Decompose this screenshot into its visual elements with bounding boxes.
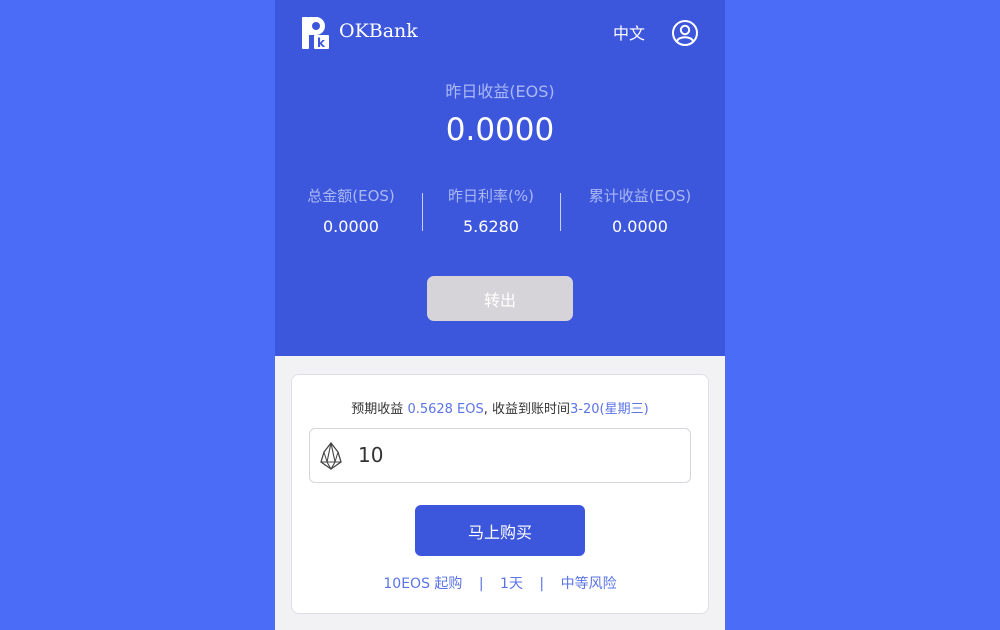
risk-level-info: 中等风险	[560, 576, 617, 592]
term-info: 1天	[500, 576, 523, 592]
stat-label: 昨日利率(%)	[448, 187, 534, 205]
stat-label: 累计收益(EOS)	[588, 187, 692, 205]
brand-name: OKBank	[339, 20, 418, 42]
earnings-panel: k OKBank 中文 昨日收益(EOS) 0.0000 总金额(EOS) 0.…	[275, 0, 725, 356]
min-purchase-info: 10EOS 起购	[383, 576, 463, 592]
stat-divider	[422, 193, 423, 231]
buy-now-button[interactable]: 马上购买	[415, 505, 585, 556]
yesterday-earnings-value: 0.0000	[445, 112, 555, 148]
info-separator: |	[539, 576, 545, 592]
stat-value: 0.0000	[323, 217, 379, 236]
amount-input[interactable]: 10	[309, 428, 691, 483]
info-separator: |	[478, 576, 484, 592]
stat-label: 总金额(EOS)	[307, 187, 395, 205]
stat-divider	[560, 193, 561, 231]
expected-earnings-text: 预期收益 0.5628 EOS, 收益到账时间3-20(星期三)	[292, 398, 708, 417]
app-frame: k OKBank 中文 昨日收益(EOS) 0.0000 总金额(EOS) 0.…	[275, 0, 725, 630]
payout-date: 3-20(星期三)	[570, 402, 649, 417]
eos-icon	[320, 442, 342, 470]
expected-amount: 0.5628 EOS	[407, 402, 484, 417]
expect-prefix: 预期收益	[351, 402, 408, 417]
language-switch[interactable]: 中文	[613, 20, 645, 44]
expect-middle: , 收益到账时间	[483, 402, 571, 417]
app-header: k OKBank 中文	[275, 0, 725, 66]
amount-value[interactable]: 10	[358, 443, 383, 467]
stat-yesterday-rate: 昨日利率(%) 5.6280	[416, 185, 566, 236]
yesterday-earnings-label: 昨日收益(EOS)	[445, 82, 555, 101]
stat-value: 5.6280	[463, 217, 519, 236]
transfer-out-button[interactable]: 转出	[427, 276, 573, 321]
stats-row: 总金额(EOS) 0.0000 昨日利率(%) 5.6280 累计收益(EOS)…	[275, 185, 725, 245]
svg-text:k: k	[317, 36, 326, 50]
stat-value: 0.0000	[612, 217, 668, 236]
purchase-card: 预期收益 0.5628 EOS, 收益到账时间3-20(星期三) 10 马上购买…	[291, 374, 709, 614]
stat-total-amount: 总金额(EOS) 0.0000	[276, 185, 426, 236]
stat-cumulative-earnings: 累计收益(EOS) 0.0000	[565, 185, 715, 236]
user-profile-icon[interactable]	[672, 20, 698, 46]
okbank-logo-icon[interactable]: k	[301, 16, 329, 50]
product-info-row: 10EOS 起购 | 1天 | 中等风险	[292, 573, 708, 593]
